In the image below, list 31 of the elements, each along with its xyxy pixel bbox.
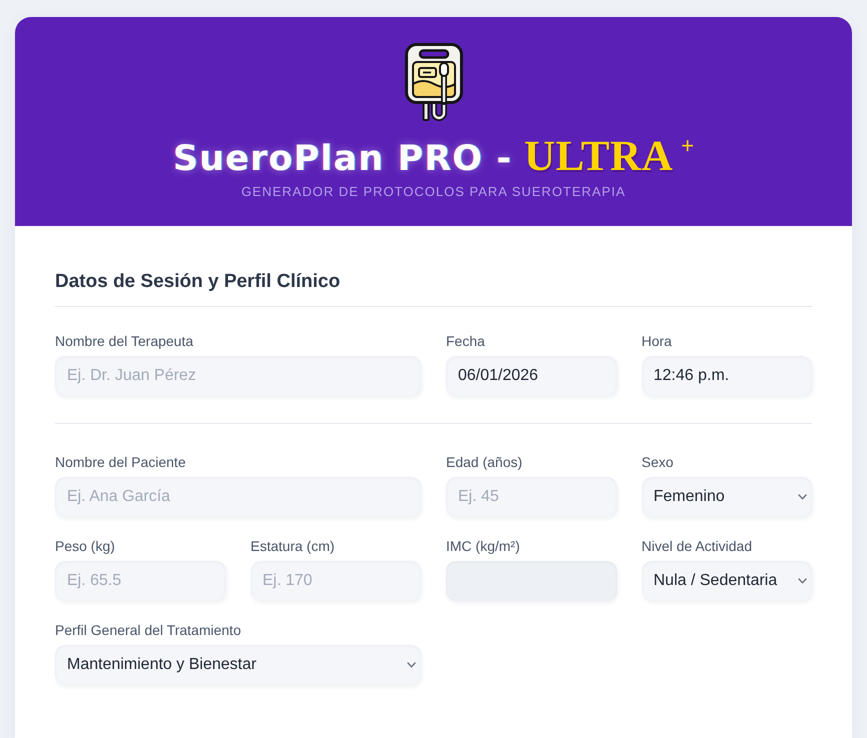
text-field[interactable]: Ej. Ana García [55, 477, 421, 517]
dropdown-field[interactable]: Mantenimiento y Bienestar [55, 645, 421, 685]
app-title: SueroPlan PRO - [172, 142, 512, 177]
chevron-down-icon [798, 494, 807, 500]
text-field[interactable]: 06/01/2026 [446, 356, 616, 396]
iv-bag-icon [404, 42, 464, 124]
text-field[interactable]: Ej. 45 [446, 477, 616, 517]
title-superscript: + [681, 135, 694, 157]
text-field[interactable]: Ej. 170 [250, 561, 421, 601]
chevron-down-icon [798, 578, 807, 584]
field-label: Nombre del Terapeuta [55, 332, 194, 351]
text-field[interactable]: Ej. 65.5 [55, 561, 226, 601]
text-field[interactable]: Ej. Dr. Juan Pérez [55, 356, 421, 396]
chevron-down-icon [407, 662, 416, 668]
field-label: Estatura (cm) [250, 537, 335, 556]
field-label: Nombre del Paciente [55, 453, 186, 472]
readonly-field[interactable] [446, 561, 616, 601]
app-subtitle: GENERADOR DE PROTOCOLOS PARA SUEROTERAPIA [241, 183, 626, 201]
field-label: Peso (kg) [55, 537, 115, 556]
field-label: Fecha [446, 332, 485, 351]
field-label: Nivel de Actividad [642, 537, 752, 556]
text-field[interactable]: 12:46 p.m. [642, 356, 812, 396]
field-label: Perfil General del Tratamiento [55, 621, 241, 640]
dropdown-field[interactable]: Nula / Sedentaria [642, 561, 812, 601]
section-title: Datos de Sesión y Perfil Clínico [55, 270, 342, 294]
field-label: IMC (kg/m²) [446, 537, 520, 556]
title-highlight: ULTRA [524, 135, 674, 178]
dropdown-field[interactable]: Femenino [642, 477, 812, 517]
field-label: Sexo [642, 453, 674, 472]
field-label: Edad (años) [446, 453, 522, 472]
field-label: Hora [642, 332, 672, 351]
